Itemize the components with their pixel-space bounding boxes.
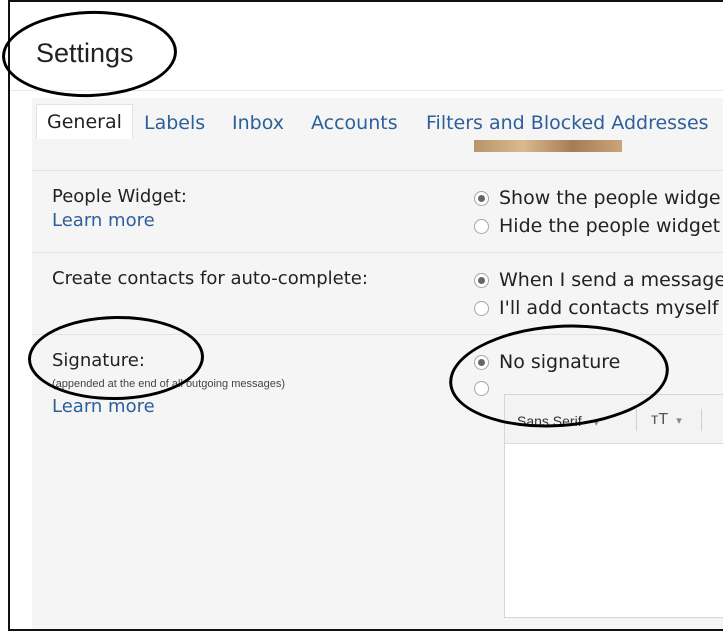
contacts-option-auto[interactable]: When I send a message [474,269,723,291]
signature-option-custom[interactable] [474,381,499,396]
signature-label: Signature: [52,350,145,371]
option-label: When I send a message [499,269,723,291]
people-widget-option-hide[interactable]: Hide the people widget [474,215,720,237]
text-size-icon: тT [651,411,668,428]
divider [32,252,723,253]
signature-learn-more[interactable]: Learn more [52,396,155,417]
signature-note: (appended at the end of all outgoing mes… [52,378,285,390]
radio-button[interactable] [474,218,489,234]
settings-window: Settings General Labels Inbox Accounts F… [8,0,723,631]
theme-image [474,140,622,152]
radio-button[interactable] [474,190,489,206]
font-size-select[interactable]: тT ▾ [651,411,682,429]
option-label: I'll add contacts myself [499,297,719,319]
editor-toolbar: Sans Serif ▾ тT ▾ [505,395,723,444]
radio-button[interactable] [474,272,489,288]
radio-button[interactable] [474,381,489,396]
settings-header: Settings [10,2,723,91]
page-title: Settings [36,38,134,68]
toolbar-separator [701,409,702,431]
tab-accounts[interactable]: Accounts [311,106,398,140]
people-widget-learn-more[interactable]: Learn more [52,210,155,231]
people-widget-label: People Widget: [52,186,187,207]
font-family-label: Sans Serif [517,413,582,429]
settings-tabs: General Labels Inbox Accounts Filters an… [32,98,723,140]
signature-option-none[interactable]: No signature [474,351,620,373]
option-label: Hide the people widget [499,215,721,237]
radio-button[interactable] [474,300,489,316]
option-label: Show the people widge [499,187,721,209]
tab-general[interactable]: General [36,104,133,139]
chevron-down-icon: ▾ [593,417,600,429]
option-label: No signature [499,351,621,373]
tab-inbox[interactable]: Inbox [232,106,284,140]
contacts-option-manual[interactable]: I'll add contacts myself [474,297,719,319]
toolbar-separator [636,409,637,431]
tab-labels[interactable]: Labels [144,106,205,140]
tab-filters-blocked[interactable]: Filters and Blocked Addresses [426,106,709,140]
divider [32,334,723,335]
contacts-label: Create contacts for auto-complete: [52,268,368,289]
chevron-down-icon: ▾ [676,415,682,427]
settings-panel: General Labels Inbox Accounts Filters an… [32,98,723,629]
people-widget-option-show[interactable]: Show the people widge [474,187,721,209]
signature-editor[interactable]: Sans Serif ▾ тT ▾ [504,394,723,618]
divider [32,170,723,171]
font-family-select[interactable]: Sans Serif ▾ [517,413,599,429]
radio-button[interactable] [474,354,489,370]
